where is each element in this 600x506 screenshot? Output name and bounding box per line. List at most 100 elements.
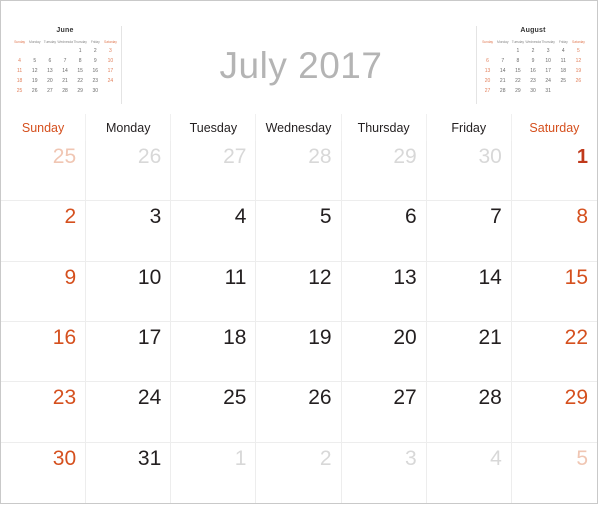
day-cell[interactable]: 29 [341, 141, 427, 202]
mini-day: 4 [18, 58, 21, 64]
mini-day: 8 [78, 58, 82, 64]
day-cell[interactable]: 3 [341, 442, 427, 503]
day-cell[interactable]: 28 [256, 141, 342, 202]
day-number: 13 [393, 265, 417, 289]
mini-weekday-header: Thursday [541, 40, 555, 44]
day-number: 6 [405, 205, 417, 229]
mini-day: 1 [78, 48, 82, 54]
mini-calendar-august: August SundayMondayTuesdayWednesdayThurs… [476, 26, 589, 104]
day-cell[interactable]: 29 [511, 382, 597, 443]
mini-day: 24 [107, 78, 114, 84]
day-number: 8 [576, 205, 588, 229]
mini-day: 10 [107, 58, 114, 64]
day-number: 5 [319, 205, 332, 229]
day-cell[interactable]: 26 [256, 382, 342, 443]
mini-day: 21 [62, 78, 68, 84]
mini-day: 31 [545, 88, 551, 94]
day-cell[interactable]: 23 [1, 382, 87, 443]
mini-day-empty [42, 46, 57, 56]
mini-weekday-header: Tuesday [511, 40, 524, 44]
day-number: 29 [564, 386, 588, 410]
day-number: 25 [52, 145, 77, 168]
day-cell[interactable]: 3 [86, 201, 172, 262]
day-number: 3 [149, 205, 162, 229]
day-cell[interactable]: 4 [171, 201, 257, 262]
mini-day: 10 [545, 58, 551, 64]
mini-calendar-august-title: August [520, 27, 546, 34]
day-cell[interactable]: 30 [426, 141, 512, 202]
mini-weekday-header: Monday [28, 40, 41, 44]
day-number: 31 [137, 446, 162, 470]
mini-day-empty [571, 86, 586, 96]
day-cell[interactable]: 26 [86, 141, 172, 202]
mini-day: 12 [31, 68, 38, 74]
mini-day: 28 [499, 88, 506, 94]
mini-day: 5 [577, 48, 580, 54]
mini-day: 16 [530, 68, 536, 74]
day-cell[interactable]: 11 [171, 261, 257, 322]
day-cell[interactable]: 2 [256, 442, 342, 503]
day-cell[interactable]: 10 [86, 261, 172, 322]
mini-day: 29 [77, 88, 83, 94]
day-number: 22 [564, 325, 588, 349]
day-cell[interactable]: 6 [341, 201, 427, 262]
day-number: 7 [490, 205, 502, 229]
day-cell[interactable]: 4 [426, 442, 512, 503]
day-cell[interactable]: 13 [341, 261, 427, 322]
day-number: 24 [137, 386, 162, 410]
day-cell[interactable]: 17 [86, 321, 172, 383]
mini-day: 30 [92, 88, 99, 94]
day-grid: 25 26 27 28 29 30 1 2 3 4 5 6 7 8 9 10 11 12 13 14 15 16 17 18 1… [1, 141, 597, 503]
day-cell[interactable]: 7 [426, 201, 512, 262]
day-cell[interactable]: 16 [1, 321, 87, 383]
day-cell[interactable]: 1 [511, 141, 597, 202]
day-number: 30 [52, 446, 77, 470]
day-cell[interactable]: 1 [171, 442, 257, 503]
weekday-header-sunday: Sunday [1, 114, 87, 141]
day-cell[interactable]: 12 [256, 261, 342, 322]
day-cell[interactable]: 22 [511, 321, 597, 383]
mini-day: 2 [531, 48, 535, 54]
mini-calendar-june: June SundayMondayTuesdayWednesdayThursda… [9, 26, 122, 104]
mini-day: 16 [92, 68, 99, 74]
day-cell[interactable]: 8 [511, 201, 597, 262]
mini-day: 7 [63, 58, 67, 64]
day-cell[interactable]: 18 [171, 321, 257, 383]
mini-weekday-header: Friday [558, 40, 568, 44]
day-cell[interactable]: 5 [256, 201, 342, 262]
day-cell[interactable]: 30 [1, 442, 87, 503]
day-cell[interactable]: 2 [1, 201, 87, 262]
day-cell[interactable]: 27 [171, 141, 257, 202]
day-cell[interactable]: 24 [86, 382, 172, 443]
weekday-header-saturday: Saturday [529, 120, 580, 135]
day-cell[interactable]: 14 [426, 261, 512, 322]
mini-day-empty [103, 86, 118, 96]
mini-day: 25 [16, 88, 23, 94]
day-number: 30 [478, 145, 502, 168]
mini-day: 5 [33, 58, 37, 64]
day-cell[interactable]: 25 [171, 382, 257, 443]
day-number: 28 [308, 145, 332, 168]
day-number: 1 [576, 146, 588, 168]
day-number: 16 [52, 325, 77, 349]
day-cell[interactable]: 31 [86, 442, 172, 503]
day-cell[interactable]: 5 [511, 442, 597, 503]
mini-weekday-header: Saturday [572, 40, 585, 44]
day-cell[interactable]: 21 [426, 321, 512, 383]
day-cell[interactable]: 19 [256, 321, 342, 383]
mini-day: 18 [560, 68, 567, 74]
mini-day: 28 [62, 88, 68, 94]
day-cell[interactable]: 28 [426, 382, 512, 443]
day-cell[interactable]: 20 [341, 321, 427, 383]
mini-weekday-header: Friday [90, 40, 100, 44]
mini-day: 30 [530, 88, 536, 94]
page-title: July 2017 [219, 45, 383, 86]
mini-day: 12 [575, 58, 582, 64]
mini-day: 19 [31, 78, 38, 84]
mini-day: 27 [47, 88, 53, 94]
day-cell[interactable]: 15 [511, 261, 597, 322]
day-cell[interactable]: 25 [1, 141, 87, 202]
day-number: 18 [223, 325, 247, 349]
day-cell[interactable]: 27 [341, 382, 427, 443]
day-cell[interactable]: 9 [1, 261, 87, 322]
